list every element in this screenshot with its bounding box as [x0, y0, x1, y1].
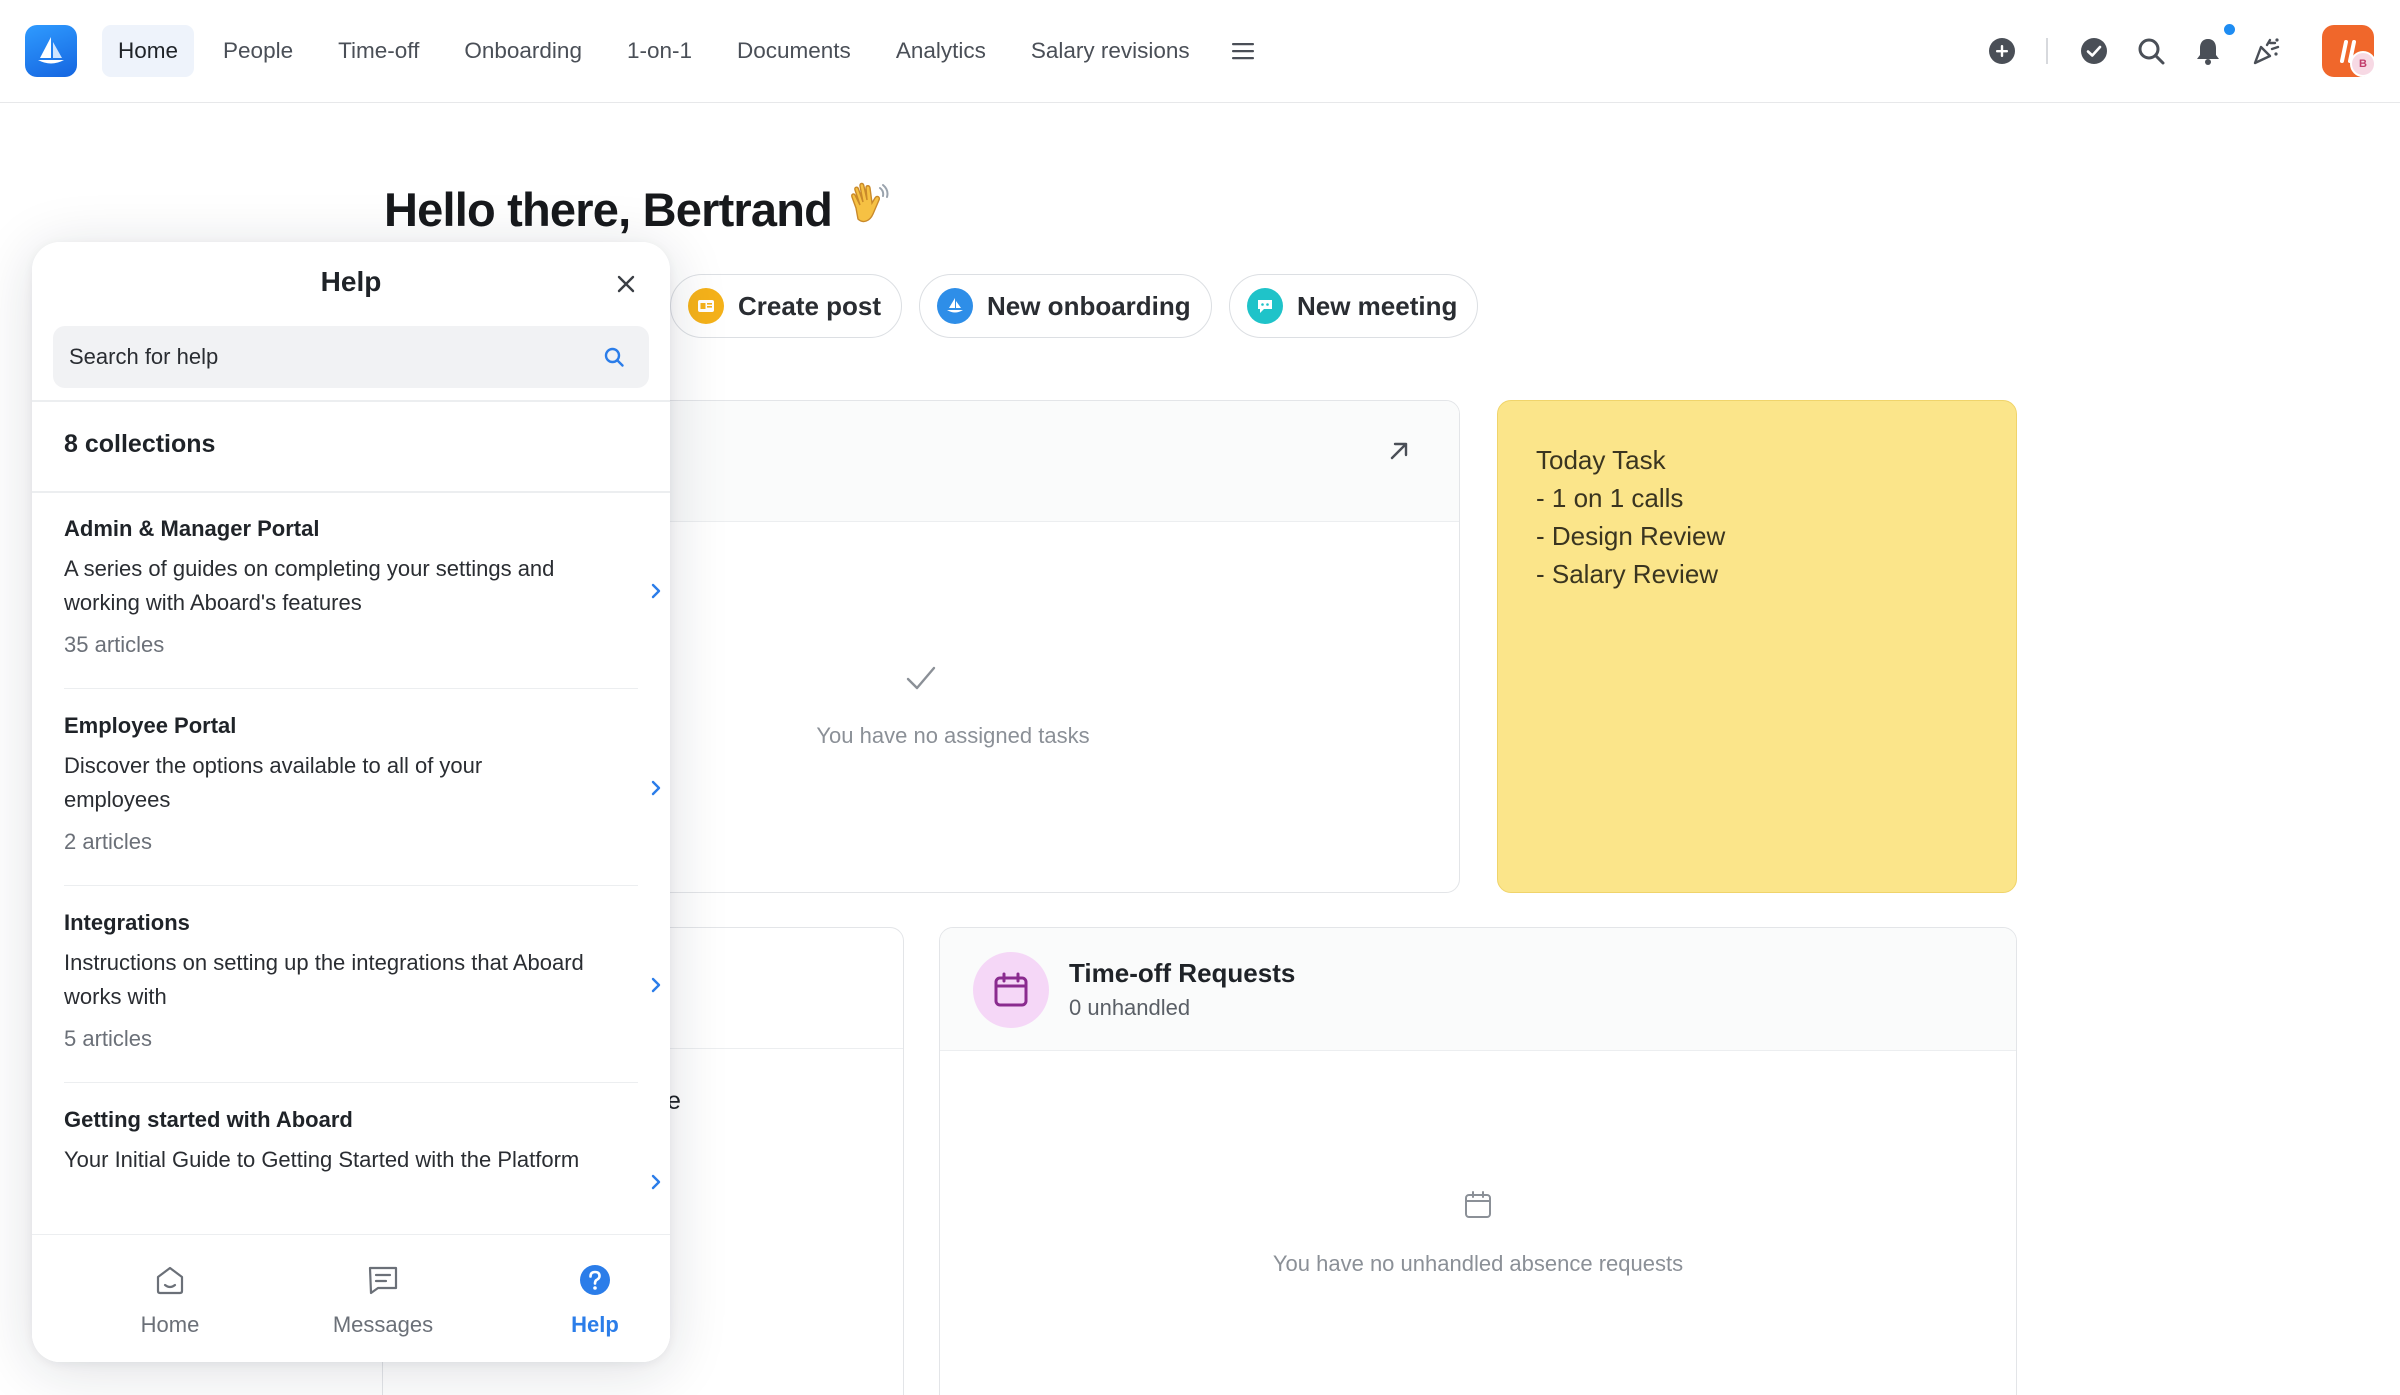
close-icon[interactable] — [606, 264, 646, 304]
divider — [32, 400, 670, 402]
help-icon — [578, 1263, 612, 1302]
collection-description: Instructions on setting up the integrati… — [64, 950, 584, 1009]
meeting-icon — [1247, 288, 1283, 324]
help-tab-home[interactable]: Home — [64, 1235, 276, 1362]
collection-title: Getting started with Aboard — [64, 1107, 353, 1132]
time-off-card-header — [940, 928, 2016, 1051]
messages-icon — [366, 1263, 400, 1302]
nav-item-people[interactable]: People — [207, 25, 309, 77]
time-off-card-subtitle: 0 unhandled — [1069, 995, 1191, 1020]
help-panel-footer: Home Messages Help — [32, 1234, 670, 1362]
expand-arrow-icon[interactable] — [1379, 431, 1419, 471]
page-greeting: Hello there, Bertrand — [384, 178, 894, 241]
tasks-card: You have no assigned tasks — [600, 400, 1460, 893]
chevron-right-icon — [644, 574, 668, 608]
collection-integrations[interactable]: Integrations Instructions on setting up … — [64, 886, 661, 1083]
note-line: Today Task — [1536, 445, 1666, 475]
main-nav: Home People Time-off Onboarding 1-on-1 D… — [102, 25, 1263, 77]
notification-dot — [2222, 22, 2237, 37]
collection-employee-portal[interactable]: Employee Portal Discover the options ava… — [64, 689, 661, 886]
party-icon[interactable] — [2242, 27, 2290, 75]
post-icon — [688, 288, 724, 324]
sticky-note[interactable]: Today Task - 1 on 1 calls - Design Revie… — [1497, 400, 2017, 893]
help-tab-label: Home — [140, 1312, 200, 1337]
note-line: - Salary Review — [1536, 559, 1719, 589]
time-off-card-title: Time-off Requests — [1069, 958, 1296, 988]
nav-item-onboarding[interactable]: Onboarding — [448, 25, 598, 77]
nav-item-salary-revisions[interactable]: Salary revisions — [1015, 25, 1206, 77]
collection-description: Your Initial Guide to Getting Started wi… — [64, 1147, 580, 1172]
aboard-logo-icon[interactable] — [25, 25, 77, 77]
nav-item-1-on-1[interactable]: 1-on-1 — [611, 25, 708, 77]
collection-article-count: 5 articles — [64, 1026, 153, 1051]
time-off-empty-message: You have no unhandled absence requests — [1272, 1251, 1684, 1276]
help-tab-label: Help — [571, 1312, 619, 1337]
collection-article-count: 2 articles — [64, 829, 153, 854]
search-icon[interactable] — [596, 339, 632, 375]
help-tab-messages[interactable]: Messages — [277, 1235, 489, 1362]
nav-item-documents[interactable]: Documents — [721, 25, 867, 77]
collection-article-count: 35 articles — [64, 632, 165, 657]
collection-title: Employee Portal — [64, 713, 237, 738]
chevron-right-icon — [644, 771, 668, 805]
hamburger-menu-icon[interactable] — [1223, 25, 1263, 77]
chevron-right-icon — [644, 968, 668, 1002]
calendar-icon — [973, 952, 1049, 1028]
help-panel-title: Help — [320, 266, 382, 297]
collection-description: Discover the options available to all of… — [64, 753, 483, 812]
home-icon — [153, 1263, 187, 1302]
toolbar-divider — [2046, 38, 2048, 64]
calendar-empty-icon — [940, 1190, 2016, 1220]
help-tab-label: Messages — [332, 1312, 434, 1337]
greeting-text: Hello there, Bertrand — [384, 183, 833, 236]
tasks-card-header — [601, 401, 1459, 522]
help-tab-help[interactable]: Help — [489, 1235, 670, 1362]
collection-title: Admin & Manager Portal — [64, 516, 320, 541]
nav-item-analytics[interactable]: Analytics — [880, 25, 1002, 77]
note-line: - 1 on 1 calls — [1536, 483, 1684, 513]
create-post-label: Create post — [738, 290, 882, 321]
note-line: - Design Review — [1536, 521, 1726, 551]
nav-item-time-off[interactable]: Time-off — [322, 25, 435, 77]
create-post-button[interactable]: Create post — [670, 274, 903, 338]
search-icon[interactable] — [2127, 27, 2175, 75]
help-search-input[interactable] — [53, 326, 649, 388]
collection-description: A series of guides on completing your se… — [64, 556, 555, 615]
top-navigation-bar: Home People Time-off Onboarding 1-on-1 D… — [0, 0, 2400, 103]
collections-count: 8 collections — [64, 430, 216, 458]
check-circle-icon[interactable] — [2070, 27, 2118, 75]
help-panel: Help 8 collections Admin & Manager Porta… — [32, 242, 670, 1362]
collection-admin-manager-portal[interactable]: Admin & Manager Portal A series of guide… — [64, 492, 661, 689]
checkmark-icon — [871, 663, 971, 698]
tasks-empty-message: You have no assigned tasks — [816, 723, 1090, 748]
waving-hand-icon — [842, 178, 894, 241]
avatar-badge: B — [2350, 51, 2376, 77]
new-onboarding-button[interactable]: New onboarding — [919, 274, 1212, 338]
chevron-right-icon — [644, 1165, 668, 1199]
new-onboarding-label: New onboarding — [987, 290, 1191, 321]
plus-circle-icon[interactable] — [1978, 27, 2026, 75]
nav-item-home[interactable]: Home — [102, 25, 195, 77]
time-off-requests-card: Time-off Requests 0 unhandled You have n… — [939, 927, 2017, 1395]
new-meeting-button[interactable]: New meeting — [1229, 274, 1479, 338]
new-meeting-label: New meeting — [1297, 290, 1458, 321]
onboarding-icon — [937, 288, 973, 324]
collection-title: Integrations — [64, 910, 190, 935]
